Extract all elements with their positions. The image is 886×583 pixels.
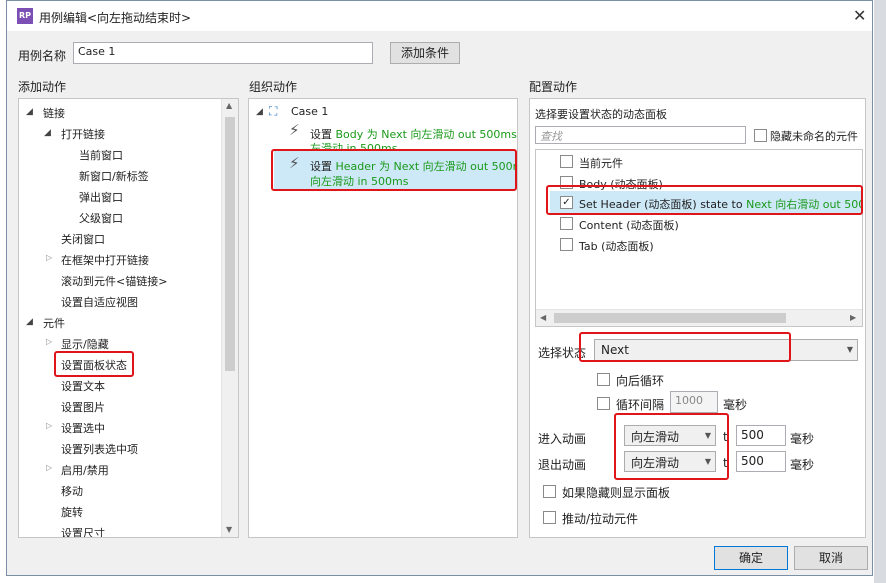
panel-item[interactable]: Tab (动态面板)	[579, 238, 654, 254]
scroll-thumb[interactable]	[554, 313, 786, 323]
tree-item-rotate[interactable]: 旋转	[61, 504, 83, 520]
highlight-select-state	[579, 332, 791, 362]
panel-item[interactable]: 当前元件	[579, 155, 623, 171]
panel-checkbox[interactable]	[560, 238, 573, 251]
ok-button[interactable]: 确定	[714, 546, 788, 570]
tree-item-current-window[interactable]: 当前窗口	[79, 147, 123, 163]
tree-item-set-selected[interactable]: 设置选中	[61, 420, 105, 436]
exit-anim-label: 退出动画	[538, 458, 587, 472]
axure-app-icon: RP	[17, 8, 33, 24]
wrap-label: 向后循环	[616, 374, 665, 388]
wrap-checkbox[interactable]	[597, 373, 610, 386]
tree-item-parent-window[interactable]: 父级窗口	[79, 210, 123, 226]
panel-checkbox[interactable]	[560, 155, 573, 168]
highlight-selected-panel	[546, 185, 863, 215]
tree-item-links[interactable]: 链接	[43, 105, 65, 121]
vertical-scrollbar[interactable]: ▲ ▼	[221, 99, 238, 537]
tree-item-new-window[interactable]: 新窗口/新标签	[79, 168, 149, 184]
tree-item-move[interactable]: 移动	[61, 483, 83, 499]
repeat-ms-label: 毫秒	[723, 398, 748, 412]
close-icon[interactable]: ✕	[853, 6, 866, 25]
cancel-button[interactable]: 取消	[794, 546, 868, 570]
exit-duration-input[interactable]: 500	[736, 451, 786, 472]
scroll-up-icon[interactable]: ▲	[226, 101, 232, 110]
case-item[interactable]: Case 1	[291, 105, 328, 118]
tree-item-open-in-frame[interactable]: 在框架中打开链接	[61, 252, 149, 268]
tree-item-widgets[interactable]: 元件	[43, 315, 65, 331]
hide-unnamed-checkbox[interactable]	[754, 129, 767, 142]
scroll-left-icon[interactable]: ◀	[540, 313, 546, 322]
tree-item-enable-disable[interactable]: 启用/禁用	[61, 462, 109, 478]
case-name-input[interactable]: Case 1	[73, 42, 373, 64]
enter-ms-label: 毫秒	[790, 432, 815, 446]
exit-ms-label: 毫秒	[790, 458, 815, 472]
repeat-checkbox[interactable]	[597, 397, 610, 410]
tree-item-adaptive-view[interactable]: 设置自适应视图	[61, 294, 138, 310]
choose-panel-label: 选择要设置状态的动态面板	[535, 108, 667, 121]
tree-item-set-image[interactable]: 设置图片	[61, 399, 105, 415]
expand-icon[interactable]: ▷	[46, 253, 52, 262]
highlight-selected-action	[271, 149, 517, 191]
case-icon: ⛶	[269, 104, 278, 118]
window-title: 用例编辑<向左拖动结束时>	[39, 11, 192, 25]
scroll-down-icon[interactable]: ▼	[226, 525, 232, 534]
tree-item-scroll-to[interactable]: 滚动到元件<锚链接>	[61, 273, 167, 289]
push-pull-label: 推动/拉动元件	[562, 512, 639, 526]
expand-icon[interactable]: ▷	[46, 421, 52, 430]
show-if-hidden-label: 如果隐藏则显示面板	[562, 486, 671, 500]
collapse-icon[interactable]: ◢	[26, 107, 33, 117]
configure-actions-header: 配置动作	[529, 80, 578, 94]
add-condition-button[interactable]: 添加条件	[390, 42, 460, 64]
collapse-icon[interactable]: ◢	[26, 317, 33, 327]
tree-item-set-size[interactable]: 设置尺寸	[61, 525, 105, 537]
search-input[interactable]: 查找	[535, 126, 746, 144]
tree-item-close-window[interactable]: 关闭窗口	[61, 231, 105, 247]
enter-duration-input[interactable]: 500	[736, 425, 786, 446]
tree-item-popup[interactable]: 弹出窗口	[79, 189, 123, 205]
expand-icon[interactable]: ▷	[46, 337, 52, 346]
hide-unnamed-label: 隐藏未命名的元件	[770, 130, 858, 143]
tree-item-open-link[interactable]: 打开链接	[61, 126, 105, 142]
push-pull-checkbox[interactable]	[543, 511, 556, 524]
chevron-down-icon: ▼	[846, 345, 853, 354]
show-if-hidden-checkbox[interactable]	[543, 485, 556, 498]
tree-item-set-text[interactable]: 设置文本	[61, 378, 105, 394]
background-window-strip	[874, 0, 886, 583]
enter-anim-label: 进入动画	[538, 432, 587, 446]
collapse-icon[interactable]: ◢	[256, 107, 263, 117]
organize-actions-header: 组织动作	[249, 80, 298, 94]
repeat-interval-input[interactable]: 1000	[670, 391, 718, 413]
panel-checkbox[interactable]	[560, 217, 573, 230]
add-actions-header: 添加动作	[18, 80, 67, 94]
highlight-set-panel-state	[54, 351, 134, 377]
panel-item[interactable]: Content (动态面板)	[579, 217, 679, 233]
scroll-thumb[interactable]	[225, 117, 235, 371]
tree-item-show-hide[interactable]: 显示/隐藏	[61, 336, 109, 352]
repeat-label: 循环间隔	[616, 398, 665, 412]
scroll-right-icon[interactable]: ▶	[850, 313, 856, 322]
lightning-icon: ⚡	[289, 121, 300, 139]
horizontal-scrollbar[interactable]: ◀ ▶	[536, 309, 862, 326]
panel-list: 当前元件 Body (动态面板) ✓ Set Header (动态面板) sta…	[535, 149, 863, 327]
collapse-icon[interactable]: ◢	[44, 128, 51, 138]
case-name-label: 用例名称	[18, 49, 67, 63]
tree-item-set-list-selected[interactable]: 设置列表选中项	[61, 441, 138, 457]
add-actions-tree: ◢ 链接 ◢ 打开链接 当前窗口 新窗口/新标签 弹出窗口 父级窗口 关闭窗口 …	[18, 98, 239, 538]
highlight-animations	[614, 413, 729, 480]
title-bar: RP 用例编辑<向左拖动结束时> ✕	[7, 1, 872, 31]
use-case-editor-dialog: RP 用例编辑<向左拖动结束时> ✕ 用例名称 Case 1 添加条件 添加动作…	[6, 0, 873, 576]
expand-icon[interactable]: ▷	[46, 463, 52, 472]
